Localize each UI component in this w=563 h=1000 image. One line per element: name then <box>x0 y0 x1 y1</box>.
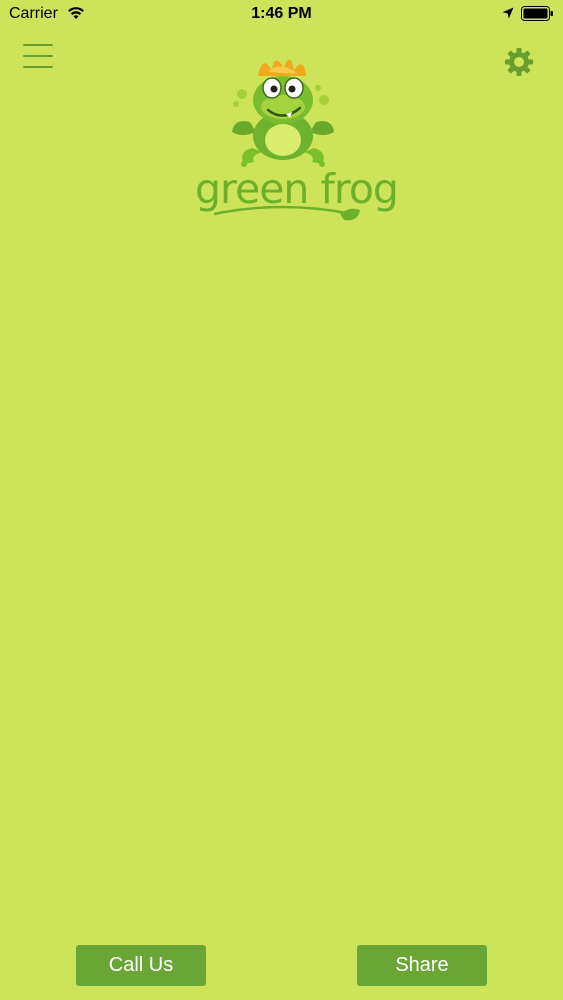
status-bar: Carrier 1:46 PM <box>0 0 563 30</box>
location-arrow-icon <box>502 7 514 19</box>
app-screen: Carrier 1:46 PM green frog Call Us Share <box>0 0 563 1000</box>
frog-mascot-icon <box>232 59 334 167</box>
battery-icon <box>521 6 553 21</box>
menu-button[interactable] <box>23 44 53 72</box>
green-frog-logo: green frog <box>190 52 399 230</box>
hamburger-menu-icon <box>23 44 53 46</box>
leaf-swoosh-icon <box>213 205 360 221</box>
call-us-button[interactable]: Call Us <box>76 945 206 986</box>
gear-icon[interactable] <box>504 47 534 77</box>
share-button[interactable]: Share <box>357 945 487 986</box>
status-time: 1:46 PM <box>251 5 312 22</box>
